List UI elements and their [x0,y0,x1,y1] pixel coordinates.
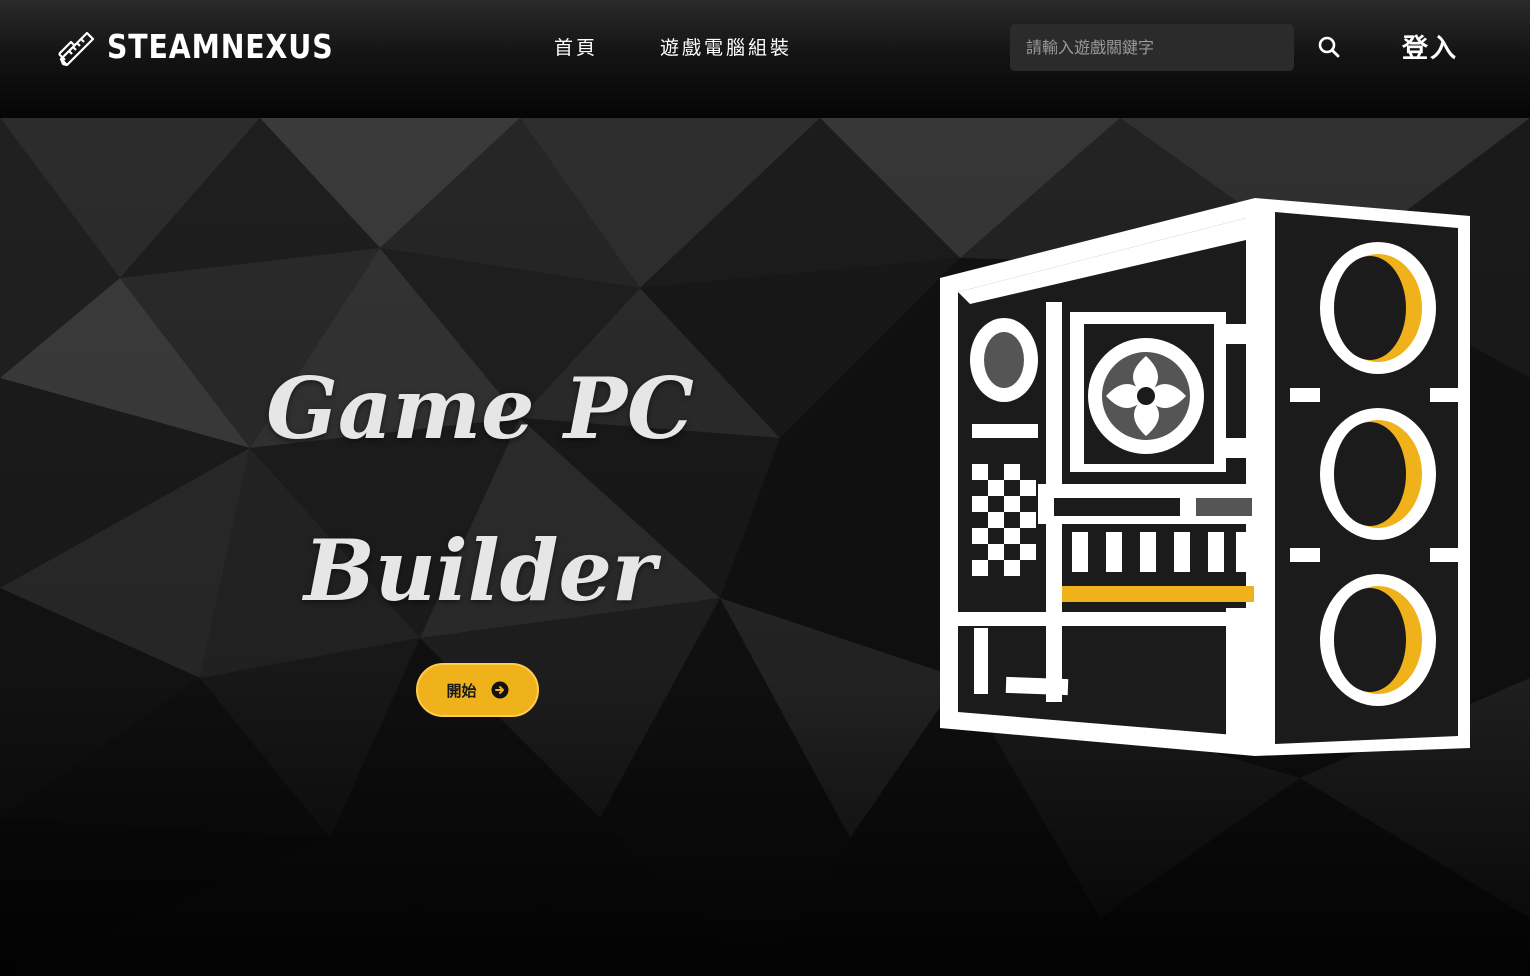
hero-title-line-1: Game PC [266,359,694,458]
site-header: STEAMNEXUS 首頁 遊戲電腦組裝 登入 [0,0,1530,118]
logo-text: STEAMNEXUS [107,26,334,66]
pencil-ruler-icon [58,31,95,66]
start-button[interactable]: 開始 [416,663,539,717]
hero-title: Game PC Builder [190,328,770,652]
nav-item-pc-builder[interactable]: 遊戲電腦組裝 [660,33,792,60]
hero-title-line-2: Builder [303,521,657,620]
main-nav: 首頁 遊戲電腦組裝 [554,33,792,60]
search-input[interactable] [1010,24,1294,71]
hero-section: Game PC Builder 開始 [0,118,1530,976]
search-icon [1318,36,1340,58]
login-link[interactable]: 登入 [1402,28,1458,65]
nav-item-home[interactable]: 首頁 [554,33,598,60]
pc-case-icon [940,198,1470,756]
arrow-right-circle-icon [491,681,508,699]
site-logo[interactable]: STEAMNEXUS [57,26,370,66]
start-button-label: 開始 [446,681,477,700]
search-button[interactable] [1314,32,1344,62]
